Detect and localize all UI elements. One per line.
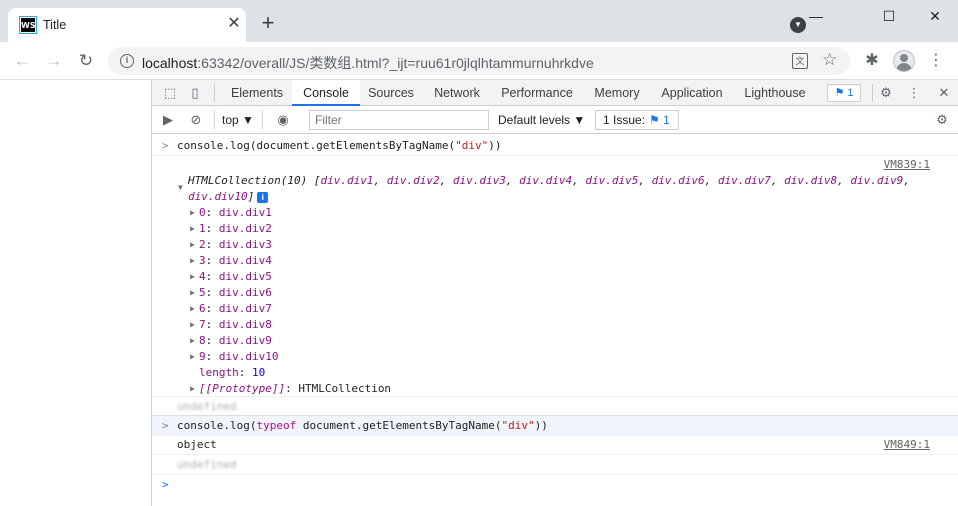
list-item[interactable]: 5: div.div6 bbox=[199, 286, 272, 299]
console-input-echo: > console.log(typeof document.getElement… bbox=[152, 416, 958, 435]
clear-console-icon[interactable]: ⊘ bbox=[187, 111, 205, 129]
tab-network[interactable]: Network bbox=[422, 80, 492, 106]
info-icon[interactable]: i bbox=[257, 191, 269, 203]
browser-toolbar: ← → ↻ i localhost:63342/overall/JS/类数组.h… bbox=[0, 42, 958, 80]
issues-button[interactable]: 1 Issue: ⚑ 1 bbox=[595, 110, 679, 130]
profile-avatar[interactable] bbox=[893, 50, 915, 72]
log-levels-dropdown[interactable]: Default levels ▼ bbox=[498, 112, 585, 128]
extensions-icon[interactable]: ✱ bbox=[862, 51, 882, 71]
prototype-property[interactable]: [[Prototype]]: HTMLCollection bbox=[199, 382, 391, 395]
tab-sources[interactable]: Sources bbox=[360, 80, 422, 106]
list-item[interactable]: 9: div.div10 bbox=[199, 350, 278, 363]
console-filterbar: ▶ ⊘ top ▼ ◉ Default levels ▼ 1 Issue:⚑ 1… bbox=[152, 106, 958, 134]
console-settings-icon[interactable]: ⚙ bbox=[933, 111, 951, 129]
list-item[interactable]: 4: div.div5 bbox=[199, 270, 272, 283]
close-tab-icon[interactable]: ✕ bbox=[224, 14, 244, 34]
typeof-result: object bbox=[177, 438, 217, 451]
sidebar-toggle-icon[interactable]: ▶ bbox=[159, 111, 177, 129]
list-item[interactable]: 2: div.div3 bbox=[199, 238, 272, 251]
collapsed-triangle-icon[interactable]: ▶ bbox=[190, 256, 195, 265]
tab-elements[interactable]: Elements bbox=[222, 80, 292, 106]
console-input-echo: > console.log(document.getElementsByTagN… bbox=[162, 139, 502, 152]
tab-lighthouse[interactable]: Lighthouse bbox=[732, 80, 818, 106]
context-selector[interactable]: top ▼ bbox=[222, 112, 254, 128]
devtools-panel: ⬚ ▯ Elements Console Sources Network Per… bbox=[151, 80, 958, 506]
undefined-result: undefined bbox=[177, 458, 237, 471]
length-property: length: 10 bbox=[199, 366, 266, 379]
prompt-chevron-icon: > bbox=[162, 139, 169, 152]
close-devtools-icon[interactable]: ✕ bbox=[935, 84, 953, 102]
collapsed-triangle-icon[interactable]: ▶ bbox=[190, 304, 195, 313]
source-link[interactable]: VM839:1 bbox=[884, 158, 930, 171]
close-window-icon[interactable]: ✕ bbox=[915, 4, 955, 28]
settings-gear-icon[interactable]: ⚙ bbox=[877, 84, 895, 102]
tab-console[interactable]: Console bbox=[292, 80, 360, 106]
collapsed-triangle-icon[interactable]: ▶ bbox=[190, 224, 195, 233]
device-toolbar-icon[interactable]: ▯ bbox=[186, 84, 204, 102]
address-bar[interactable]: i localhost:63342/overall/JS/类数组.html?_i… bbox=[108, 47, 850, 75]
issues-badge[interactable]: ⚑ 1 bbox=[827, 84, 861, 102]
inspect-element-icon[interactable]: ⬚ bbox=[161, 84, 179, 102]
console-output: > console.log(document.getElementsByTagN… bbox=[152, 134, 958, 506]
list-item[interactable]: 8: div.div9 bbox=[199, 334, 272, 347]
expanded-triangle-icon[interactable]: ▼ bbox=[178, 183, 183, 192]
source-link[interactable]: VM849:1 bbox=[884, 438, 930, 451]
tab-memory[interactable]: Memory bbox=[582, 80, 652, 106]
translate-icon[interactable]: 文 bbox=[792, 53, 808, 69]
collapsed-triangle-icon[interactable]: ▶ bbox=[190, 336, 195, 345]
tab-performance[interactable]: Performance bbox=[492, 80, 582, 106]
more-options-icon[interactable]: ⋮ bbox=[905, 84, 923, 102]
tab-title: Title bbox=[43, 18, 67, 32]
back-icon[interactable]: ← bbox=[10, 49, 34, 73]
live-expression-eye-icon[interactable]: ◉ bbox=[274, 111, 292, 129]
htmlcollection-preview[interactable]: HTMLCollection(10) [div.div1, div.div2, … bbox=[188, 174, 910, 187]
bookmark-star-icon[interactable]: ☆ bbox=[822, 50, 837, 70]
info-icon[interactable]: i bbox=[120, 54, 134, 68]
console-prompt-input[interactable]: > bbox=[162, 478, 169, 491]
list-item[interactable]: 7: div.div8 bbox=[199, 318, 272, 331]
filter-input[interactable] bbox=[309, 110, 489, 130]
prompt-chevron-icon: > bbox=[162, 419, 169, 432]
url-text[interactable]: localhost:63342/overall/JS/类数组.html?_ijt… bbox=[142, 53, 594, 73]
minimize-icon[interactable]: — bbox=[796, 4, 836, 28]
collapsed-triangle-icon[interactable]: ▶ bbox=[190, 352, 195, 361]
list-item[interactable]: 3: div.div4 bbox=[199, 254, 272, 267]
collapsed-triangle-icon[interactable]: ▶ bbox=[190, 208, 195, 217]
collapsed-triangle-icon[interactable]: ▶ bbox=[190, 384, 195, 393]
collapsed-triangle-icon[interactable]: ▶ bbox=[190, 272, 195, 281]
list-item[interactable]: 1: div.div2 bbox=[199, 222, 272, 235]
collapsed-triangle-icon[interactable]: ▶ bbox=[190, 240, 195, 249]
forward-icon[interactable]: → bbox=[42, 49, 66, 73]
devtools-tabbar: ⬚ ▯ Elements Console Sources Network Per… bbox=[152, 80, 958, 106]
list-item[interactable]: 6: div.div7 bbox=[199, 302, 272, 315]
webstorm-icon: WS bbox=[20, 17, 36, 33]
maximize-icon[interactable]: ☐ bbox=[869, 4, 909, 28]
menu-icon[interactable]: ⋮ bbox=[926, 51, 946, 71]
new-tab-icon[interactable]: + bbox=[258, 12, 278, 34]
tab-strip: WS Title ✕ + ▼ — ☐ ✕ bbox=[0, 0, 958, 42]
collapsed-triangle-icon[interactable]: ▶ bbox=[190, 288, 195, 297]
browser-tab[interactable]: WS Title ✕ bbox=[8, 8, 246, 42]
reload-icon[interactable]: ↻ bbox=[74, 49, 98, 73]
undefined-result: undefined bbox=[177, 400, 237, 413]
tab-application[interactable]: Application bbox=[652, 80, 732, 106]
list-item[interactable]: 0: div.div1 bbox=[199, 206, 272, 219]
collapsed-triangle-icon[interactable]: ▶ bbox=[190, 320, 195, 329]
